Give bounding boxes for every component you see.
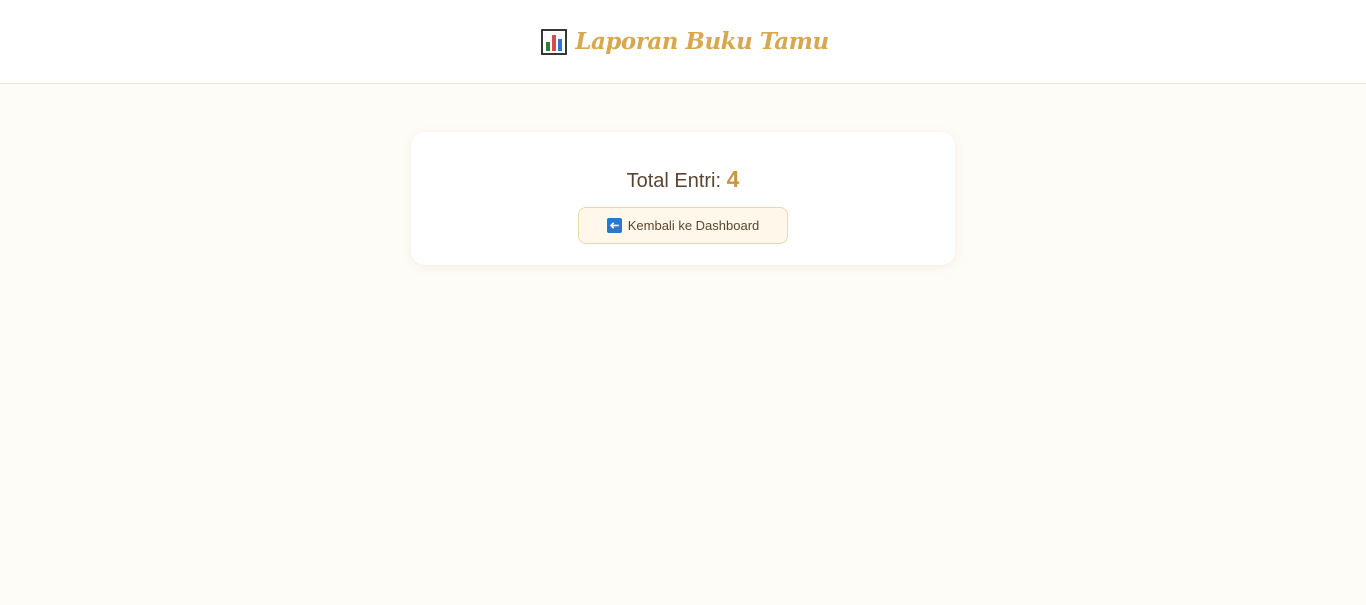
page-header: Laporan Buku Tamu [0,0,1366,84]
summary-card: Total Entri: 4 Kembali ke Dashboard [411,132,955,265]
back-to-dashboard-button[interactable]: Kembali ke Dashboard [578,207,788,244]
total-entries-label: Total Entri: [626,170,722,192]
left-arrow-icon [606,218,622,233]
total-entries-value: 4 [726,166,740,192]
bar-chart-icon [541,28,568,55]
page-title: Laporan Buku Tamu [575,28,829,55]
total-entries: Total Entri: 4 [411,166,955,194]
back-to-dashboard-label: Kembali ke Dashboard [627,218,760,233]
brand: Laporan Buku Tamu [541,28,829,55]
